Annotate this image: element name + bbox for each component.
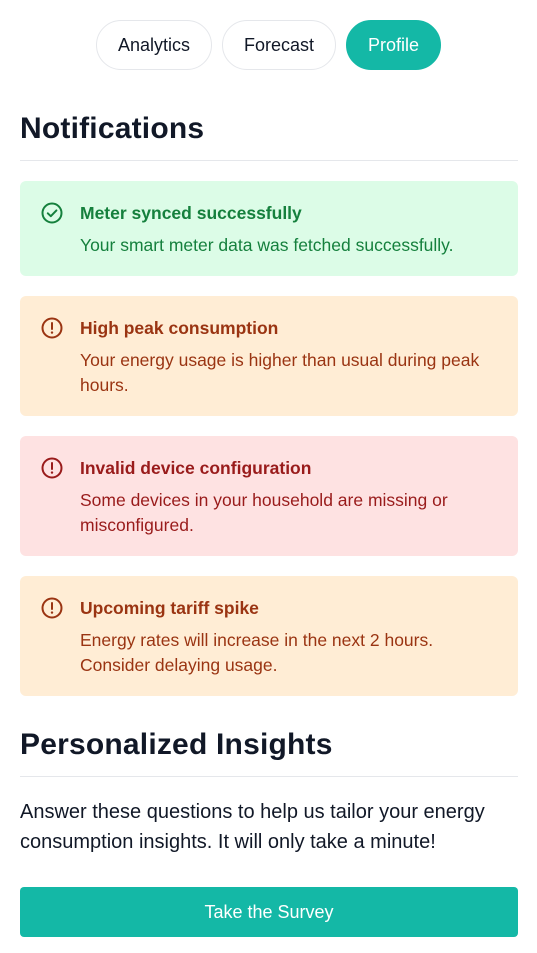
alert-circle-icon <box>41 457 63 479</box>
notification-title: Meter synced successfully <box>80 203 302 223</box>
tab-analytics[interactable]: Analytics <box>95 20 212 70</box>
notification-message: Your smart meter data was fetched succes… <box>80 235 454 255</box>
alert-circle-icon <box>41 317 63 339</box>
notification-message: Your energy usage is higher than usual d… <box>80 350 480 395</box>
notification-title: Invalid device configuration <box>80 458 312 478</box>
notification-meter-synced: Meter synced successfully Your smart met… <box>20 181 518 276</box>
insights-heading: Personalized Insights <box>20 728 333 761</box>
notification-title: Upcoming tariff spike <box>80 598 259 618</box>
notifications-heading: Notifications <box>20 112 205 145</box>
tab-forecast[interactable]: Forecast <box>221 20 337 70</box>
notification-tariff-spike: Upcoming tariff spike Energy rates will … <box>20 576 518 696</box>
insights-divider <box>20 776 518 777</box>
notification-message: Some devices in your household are missi… <box>80 490 448 535</box>
notifications-divider <box>20 160 518 161</box>
take-survey-button[interactable]: Take the Survey <box>20 887 518 937</box>
notification-high-peak: High peak consumption Your energy usage … <box>20 296 518 416</box>
notification-invalid-config: Invalid device configuration Some device… <box>20 436 518 556</box>
notification-title: High peak consumption <box>80 318 279 338</box>
alert-circle-icon <box>41 597 63 619</box>
tab-profile[interactable]: Profile <box>346 20 442 70</box>
notification-message: Energy rates will increase in the next 2… <box>80 630 434 675</box>
insights-description: Answer these questions to help us tailor… <box>20 801 485 853</box>
nav-tabs: Analytics Forecast Profile <box>0 20 537 70</box>
check-circle-icon <box>41 202 63 224</box>
